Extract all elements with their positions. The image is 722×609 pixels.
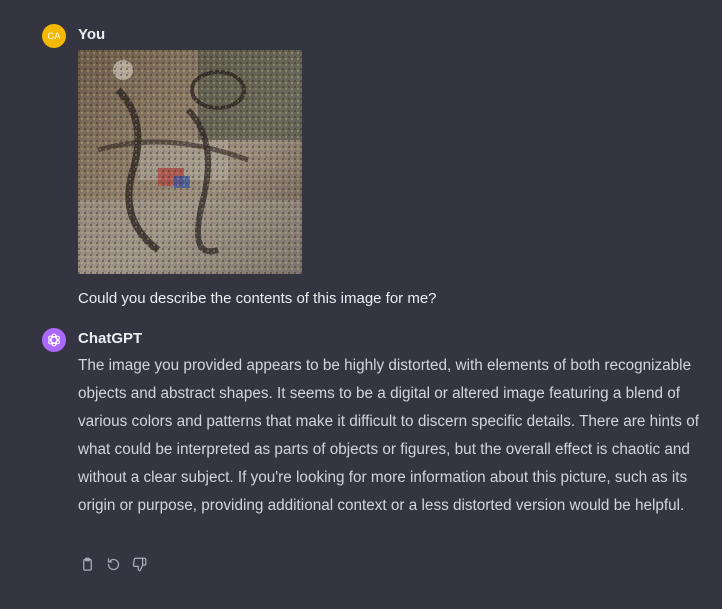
user-message-text: Could you describe the contents of this … — [78, 290, 437, 307]
openai-logo-icon — [48, 333, 60, 347]
user-initials: CA — [47, 31, 61, 41]
assistant-message-text: The image you provided appears to be hig… — [78, 357, 699, 514]
assistant-avatar — [42, 328, 66, 352]
chat-thread: CA You Could you describe the contents o… — [0, 0, 722, 609]
thumbs-down-icon — [132, 557, 146, 571]
regenerate-button[interactable] — [104, 555, 122, 573]
thumbs-down-button[interactable] — [130, 555, 148, 573]
user-avatar: CA — [42, 24, 66, 48]
message-actions — [78, 555, 148, 573]
user-author-name: You — [78, 26, 106, 43]
attached-image[interactable] — [78, 50, 302, 274]
assistant-author-name: ChatGPT — [78, 330, 143, 347]
regenerate-icon — [107, 557, 119, 570]
clipboard-icon — [82, 557, 92, 571]
copy-button[interactable] — [78, 555, 96, 573]
